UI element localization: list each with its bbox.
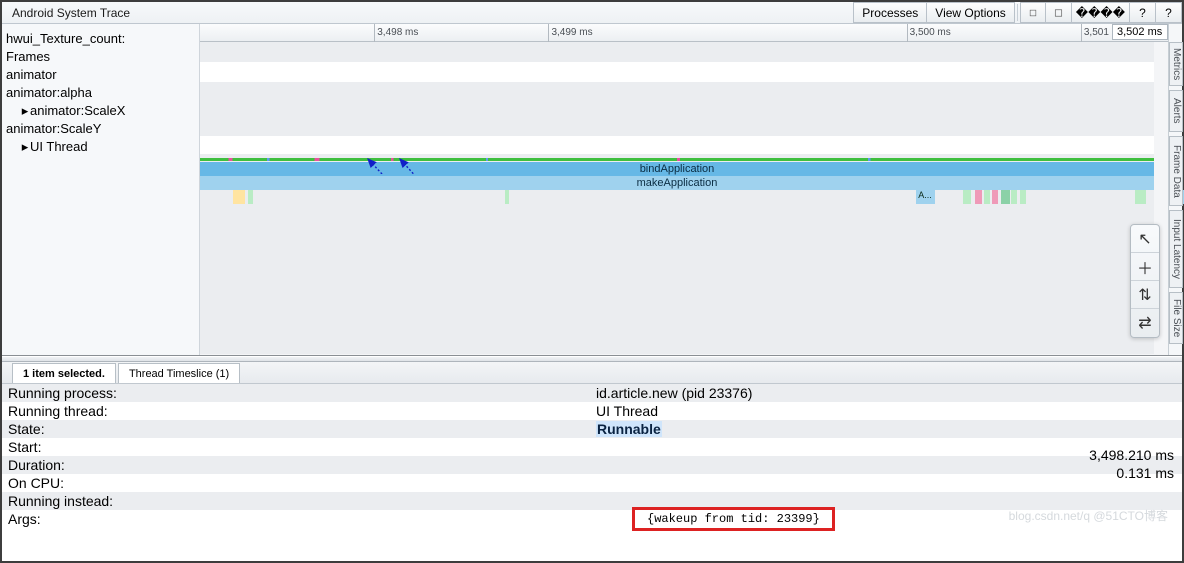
title-bar: Android System Trace Processes View Opti… [2,2,1182,24]
trace-slice[interactable] [963,190,971,204]
detail-key: Running thread: [2,403,592,419]
toolbar-icon-2[interactable] [1046,2,1072,23]
trace-slice[interactable] [992,190,998,204]
detail-value-text: 3,498.210 ms [1089,447,1174,463]
ruler-tick: 3,499 ms [548,24,592,42]
zoom-in-button[interactable]: ＋ [1131,253,1159,281]
detail-value: UI Thread [592,403,1182,419]
side-tabs: Metrics Alerts Frame Data Input Latency File… [1168,24,1182,355]
trace-slice[interactable] [1020,190,1026,204]
side-tab[interactable]: Metrics [1169,42,1183,86]
sidebar-label: animator:ScaleX [30,103,125,118]
sidebar-row[interactable]: animator:ScaleY [2,120,199,138]
side-tab[interactable]: Alerts [1169,90,1183,132]
trace-area: hwui_Texture_count: Frames animator animato… [2,24,1182,356]
args-highlight: {wakeup from tid: 23399} [632,507,835,531]
sidebar-label: animator:ScaleY [6,121,101,136]
detail-key: State: [2,421,592,437]
help-button-2[interactable]: ? [1156,2,1182,23]
trace-slice[interactable] [248,190,254,204]
detail-key: Args: [2,511,592,527]
detail-key: Start: [2,439,592,455]
sidebar-row[interactable]: ▸UI Thread [2,138,199,156]
processes-button[interactable]: Processes [853,2,927,23]
detail-row: Args: {wakeup from tid: 23399} [2,510,1182,528]
trace-slice[interactable] [505,190,509,204]
detail-row: On CPU: [2,474,1182,492]
detail-key: Duration: [2,457,592,473]
detail-row: Running process:id.article.new (pid 2337… [2,384,1182,402]
detail-row: State:Runnable [2,420,1182,438]
trace-body[interactable]: bindApplication makeApplication A...Loc [200,42,1154,355]
trace-slice[interactable] [975,190,983,204]
detail-row: Duration:0.131 ms [2,456,1182,474]
sidebar-row[interactable]: animator:alpha [2,84,199,102]
side-tab[interactable]: Frame Data [1169,136,1183,206]
ruler-tick: 3,500 ms [907,24,951,42]
trace-slice[interactable] [233,190,244,204]
trace-slice[interactable] [984,190,990,204]
trace-canvas[interactable]: 3,498 ms3,499 ms3,500 ms3,501 ms 3,502 m… [200,24,1182,355]
pan-vert-button[interactable]: ⇅ [1131,281,1159,309]
app-title: Android System Trace [2,6,130,20]
slice-makeApplication[interactable]: makeApplication [200,176,1154,190]
time-ruler[interactable]: 3,498 ms3,499 ms3,500 ms3,501 ms 3,502 m… [200,24,1168,42]
side-tab[interactable]: Input Latency [1169,210,1183,288]
trace-slice[interactable]: A... [916,190,935,204]
sidebar-row[interactable]: animator [2,66,199,84]
side-tab[interactable]: File Size [1169,292,1183,344]
detail-rows: Running process:id.article.new (pid 2337… [2,384,1182,528]
detail-key: Running process: [2,385,592,401]
detail-tabs: 1 item selected. Thread Timeslice (1) [2,362,1182,384]
state-runnable: Runnable [596,421,662,437]
trace-sidebar[interactable]: hwui_Texture_count: Frames animator animato… [2,24,200,355]
ruler-end-field[interactable]: 3,502 ms [1112,24,1168,40]
sidebar-row[interactable]: Frames [2,48,199,66]
detail-key: Running instead: [2,493,592,509]
pan-horiz-button[interactable]: ⇄ [1131,309,1159,337]
toolbar-divider [1017,4,1018,21]
detail-value: Runnable [592,421,1182,437]
trace-slice[interactable] [1001,190,1010,204]
detail-value: id.article.new (pid 23376) [592,385,1182,401]
detail-panel: 1 item selected. Thread Timeslice (1) Ru… [2,362,1182,528]
tab-selection-summary[interactable]: 1 item selected. [12,363,116,383]
trace-slice[interactable] [1011,190,1017,204]
watermark: blog.csdn.net/q @51CTO博客 [1009,507,1168,524]
sidebar-label: animator:alpha [6,85,92,100]
pointer-tool-button[interactable]: ↖ [1131,225,1159,253]
slice-row-detail[interactable]: A...Loc [200,190,1154,204]
detail-row: Start:3,498.210 ms [2,438,1182,456]
ruler-tick: 3,498 ms [374,24,418,42]
tab-thread-timeslice[interactable]: Thread Timeslice (1) [118,363,240,383]
sidebar-row[interactable]: hwui_Texture_count: [2,30,199,48]
sidebar-label: animator [6,67,57,82]
sidebar-label: UI Thread [30,139,88,154]
expand-icon[interactable]: ▸ [20,102,30,120]
nav-palette: ↖ ＋ ⇅ ⇄ [1130,224,1160,338]
slice-bindApplication[interactable]: bindApplication [200,162,1154,176]
thread-state-strip[interactable] [200,158,1154,161]
sidebar-label: hwui_Texture_count: [6,31,125,46]
mystery-label: ���� [1072,2,1130,23]
sidebar-label: Frames [6,49,50,64]
detail-value-text: 0.131 ms [1116,465,1174,481]
detail-key: On CPU: [2,475,592,491]
expand-icon[interactable]: ▸ [20,138,30,156]
toolbar-icon-1[interactable] [1020,2,1046,23]
help-button[interactable]: ? [1130,2,1156,23]
view-options-button[interactable]: View Options [927,2,1014,23]
detail-row: Running thread:UI Thread [2,402,1182,420]
trace-slice[interactable] [1135,190,1146,204]
sidebar-row[interactable]: ▸animator:ScaleX [2,102,199,120]
